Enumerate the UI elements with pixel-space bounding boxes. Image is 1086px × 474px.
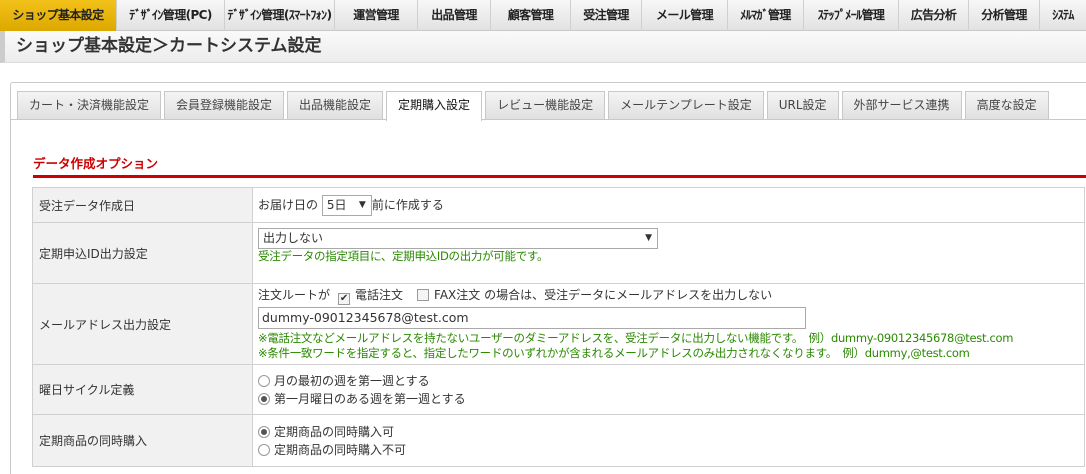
dropdown-arrow-icon: ▼ xyxy=(358,199,366,210)
nav-customer[interactable]: 顧客管理 xyxy=(491,0,571,31)
checkbox-label: 電話注文 xyxy=(355,288,404,302)
title-bar: ショップ基本設定＞カートシステム設定 xyxy=(0,31,1086,63)
radio-label: 定期商品の同時購入不可 xyxy=(274,442,407,457)
checkbox-label: FAX注文 xyxy=(434,288,481,302)
nav-mail[interactable]: メール管理 xyxy=(642,0,728,31)
table-row: 受注データ作成日 お届け日の 5日 ▼ 前に作成する xyxy=(32,187,1085,223)
table-row: 定期商品の同時購入 定期商品の同時購入可 定期商品の同時購入不可 xyxy=(32,414,1085,467)
help-note: 受注データの指定項目に、定期申込IDの出力が可能です。 xyxy=(258,249,549,263)
section-heading: データ作成オプション xyxy=(33,156,159,171)
row-label: 受注データ作成日 xyxy=(32,187,253,223)
nav-listing[interactable]: 出品管理 xyxy=(418,0,491,31)
nav-ads[interactable]: 広告分析 xyxy=(899,0,969,31)
radio-label: 定期商品の同時購入可 xyxy=(274,424,395,439)
settings-panel: カート・決済機能設定 会員登録機能設定 出品機能設定 定期購入設定 レビュー機能… xyxy=(10,82,1086,474)
table-row: 定期申込ID出力設定 出力しない ▼ 受注データの指定項目に、定期申込IDの出力が… xyxy=(32,222,1085,284)
table-row: メールアドレス出力設定 注文ルートが ✔ 電話注文 FAX注文 の場合は、受注データに… xyxy=(32,283,1085,365)
radio-label: 第一月曜日のある週を第一週とする xyxy=(274,391,466,406)
settings-table: 受注データ作成日 お届け日の 5日 ▼ 前に作成する 定期申込ID出力設定 出力しな… xyxy=(32,187,1085,467)
tab-bar: カート・決済機能設定 会員登録機能設定 出品機能設定 定期購入設定 レビュー機能… xyxy=(17,91,1049,121)
radio-first-week[interactable] xyxy=(258,374,270,387)
text: の場合は、受注データにメールアドレスを出力しない xyxy=(484,288,773,302)
nav-operation[interactable]: 運営管理 xyxy=(335,0,418,31)
radio-simultaneous-allowed[interactable] xyxy=(258,425,270,438)
row-label: 定期申込ID出力設定 xyxy=(32,222,253,284)
tab-url[interactable]: URL設定 xyxy=(766,91,839,119)
radio-label: 月の最初の週を第一週とする xyxy=(274,373,430,388)
phone-order-checkbox[interactable]: ✔ xyxy=(338,293,351,305)
fax-order-checkbox[interactable] xyxy=(417,289,430,301)
nav-stepmail[interactable]: ｽﾃｯﾌﾟﾒｰﾙ管理 xyxy=(804,0,899,31)
tab-mail-template[interactable]: メールテンプレート設定 xyxy=(608,91,764,119)
tab-external-services[interactable]: 外部サービス連携 xyxy=(841,91,962,119)
row-label: メールアドレス出力設定 xyxy=(32,283,253,365)
dropdown-arrow-icon: ▼ xyxy=(645,233,652,243)
radio-simultaneous-disallowed[interactable] xyxy=(258,443,270,456)
nav-shop-settings[interactable]: ショップ基本設定 xyxy=(0,0,117,31)
help-note: ※条件一致ワードを指定すると、指定したワードのいずれかが含まれるメールアドレスの… xyxy=(258,346,970,360)
section-divider xyxy=(33,175,1086,178)
page-title: ショップ基本設定＞カートシステム設定 xyxy=(16,36,322,56)
dummy-email-input[interactable]: dummy-09012345678@test.com xyxy=(258,307,806,329)
top-nav: ショップ基本設定 ﾃﾞｻﾞｲﾝ管理(PC) ﾃﾞｻﾞｲﾝ管理(ｽﾏｰﾄﾌｫﾝ) … xyxy=(0,0,1086,31)
table-row: 曜日サイクル定義 月の最初の週を第一週とする 第一月曜日のある週を第一週とする xyxy=(32,364,1085,415)
nav-design-pc[interactable]: ﾃﾞｻﾞｲﾝ管理(PC) xyxy=(117,0,225,31)
help-note: ※電話注文などメールアドレスを持たないユーザーのダミーアドレスを、受注データに出… xyxy=(258,331,1014,345)
radio-first-monday-week[interactable] xyxy=(258,392,270,405)
nav-design-sp[interactable]: ﾃﾞｻﾞｲﾝ管理(ｽﾏｰﾄﾌｫﾝ) xyxy=(225,0,335,31)
text: 注文ルートが xyxy=(258,288,331,302)
tab-review[interactable]: レビュー機能設定 xyxy=(485,91,606,119)
select-value: 出力しない xyxy=(263,231,324,245)
select-value: 5日 xyxy=(326,197,347,212)
row-label: 曜日サイクル定義 xyxy=(32,364,253,415)
nav-orders[interactable]: 受注管理 xyxy=(571,0,642,31)
tab-listing[interactable]: 出品機能設定 xyxy=(287,91,384,119)
nav-analytics[interactable]: 分析管理 xyxy=(969,0,1040,31)
tab-advanced[interactable]: 高度な設定 xyxy=(964,91,1049,119)
nav-mailmag[interactable]: ﾒﾙﾏｶﾞ管理 xyxy=(728,0,804,31)
text: 前に作成する xyxy=(371,197,444,212)
tab-member-registration[interactable]: 会員登録機能設定 xyxy=(164,91,285,119)
text: お届け日の xyxy=(258,197,319,212)
tab-subscription[interactable]: 定期購入設定 xyxy=(386,91,483,121)
tab-cart-payment[interactable]: カート・決済機能設定 xyxy=(17,91,162,119)
id-output-select[interactable]: 出力しない ▼ xyxy=(258,228,658,249)
nav-system[interactable]: ｼｽﾃﾑ xyxy=(1040,0,1086,31)
row-label: 定期商品の同時購入 xyxy=(32,414,253,467)
days-select[interactable]: 5日 ▼ xyxy=(321,194,372,216)
